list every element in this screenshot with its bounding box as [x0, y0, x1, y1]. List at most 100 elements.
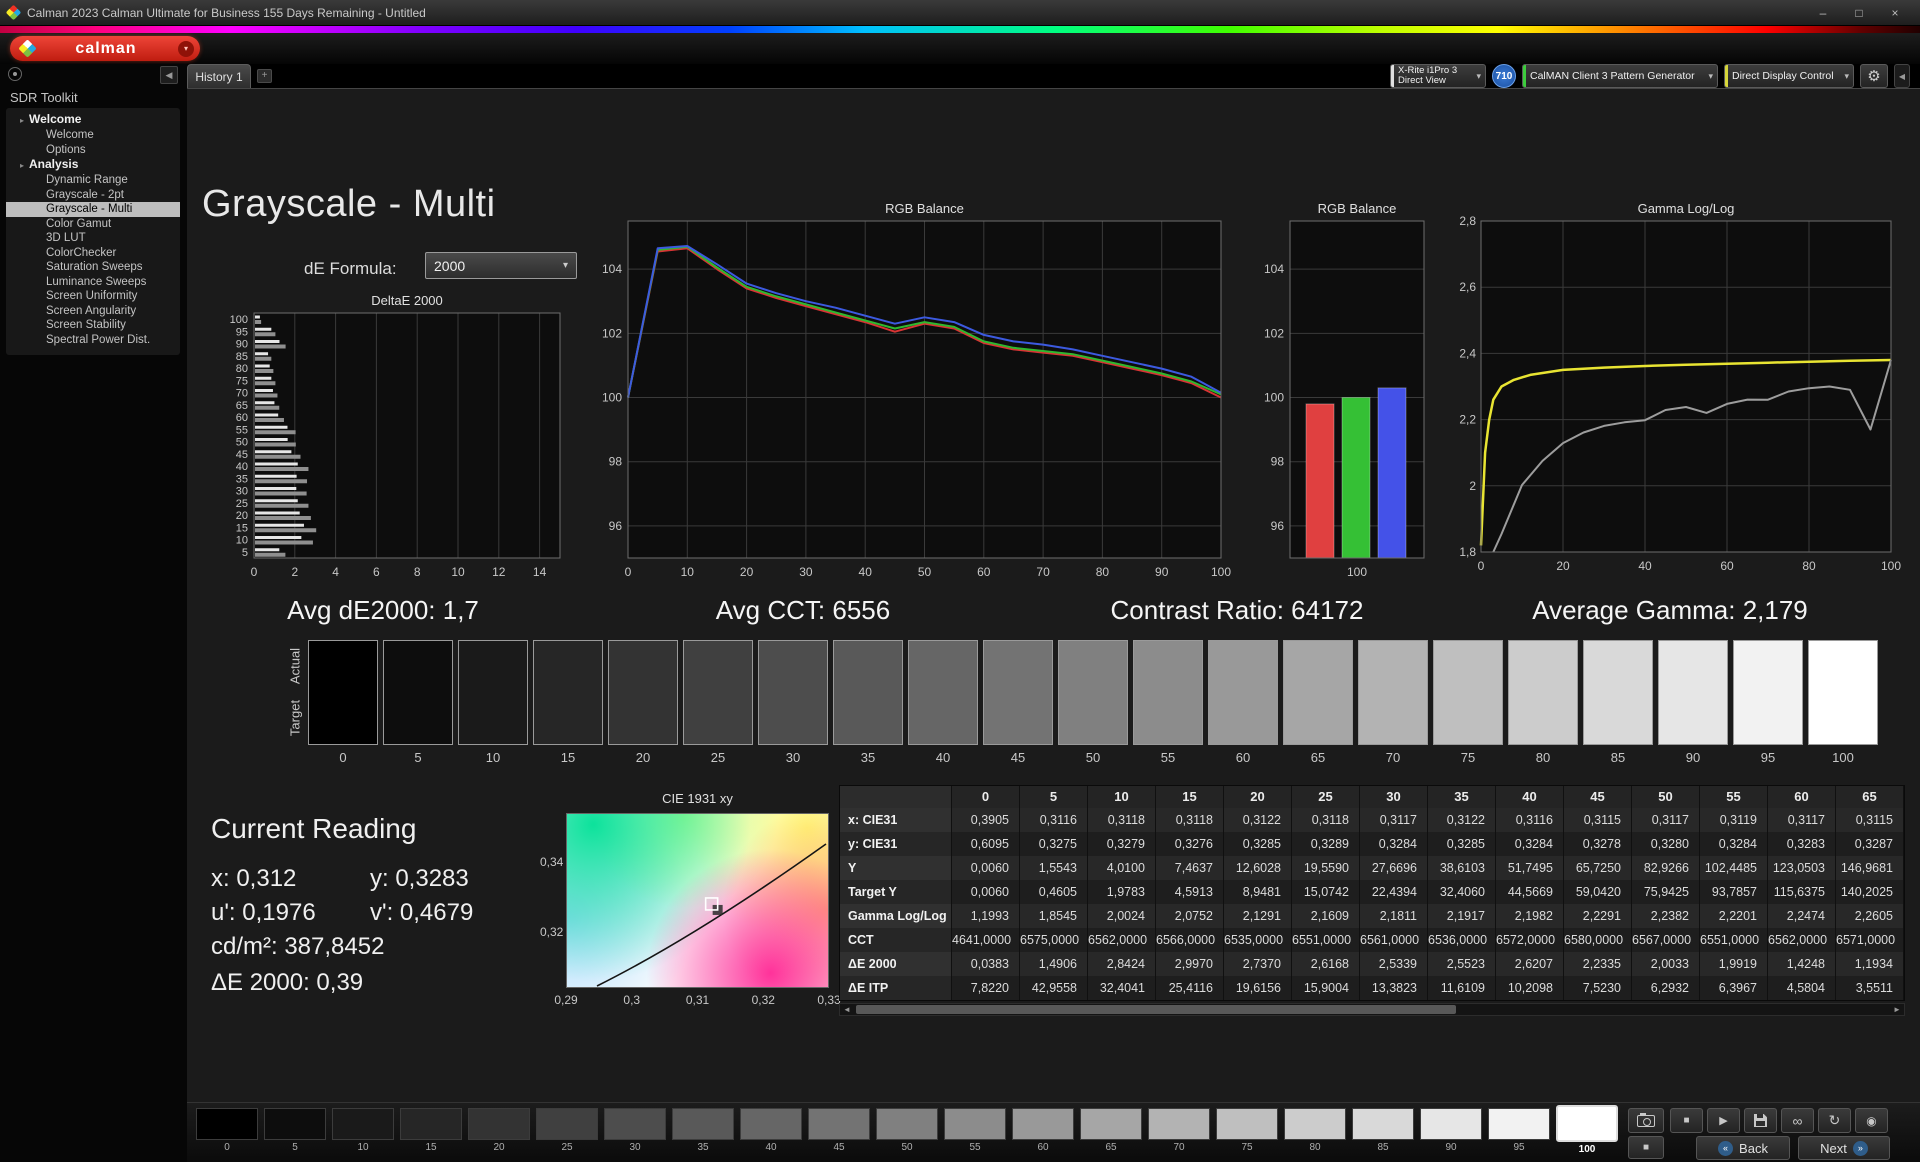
table-cell: 2,0033 [1632, 952, 1700, 976]
sidebar-item-grayscale-multi[interactable]: Grayscale - Multi [6, 202, 180, 217]
sidebar-item-screen-angularity[interactable]: Screen Angularity [6, 304, 180, 319]
tab-history-1[interactable]: History 1 [187, 64, 251, 88]
pattern-patch-70[interactable]: 70 [1148, 1108, 1210, 1155]
table-cell: 0,3283 [1768, 832, 1836, 856]
table-row-e-itp[interactable]: ΔE ITP 7,8220 42,9558 32,4041 25,4116 19,6156… [840, 976, 1904, 1000]
pattern-patch-85[interactable]: 85 [1352, 1108, 1414, 1155]
pattern-patch-15[interactable]: 15 [400, 1108, 462, 1155]
meter-count-badge[interactable]: 710 [1492, 64, 1516, 88]
scroll-left-icon[interactable]: ◄ [840, 1005, 854, 1014]
pattern-patch-30[interactable]: 30 [604, 1108, 666, 1155]
table-row-x-cie31[interactable]: x: CIE31 0,3905 0,3116 0,3118 0,3118 0,3122 0,… [840, 808, 1904, 832]
swatch-label: 80 [1535, 750, 1551, 765]
target-button[interactable]: ◉ [1855, 1108, 1888, 1133]
pattern-patch-95[interactable]: 95 [1488, 1108, 1550, 1155]
pattern-patch-25[interactable]: 25 [536, 1108, 598, 1155]
settings-gear-button[interactable]: ⚙ [1860, 64, 1888, 88]
table-cell: 42,9558 [1020, 976, 1088, 1000]
table-cell: 0,3117 [1632, 808, 1700, 832]
pattern-patch-40[interactable]: 40 [740, 1108, 802, 1155]
scroll-right-icon[interactable]: ► [1890, 1005, 1904, 1014]
table-scrollbar[interactable]: ◄ ► [839, 1003, 1905, 1016]
table-cell: 0,3278 [1564, 832, 1632, 856]
table-row-y-cie31[interactable]: y: CIE31 0,6095 0,3275 0,3279 0,3276 0,3285 0,… [840, 832, 1904, 856]
tree-section-analysis[interactable]: ▸ Analysis [6, 157, 180, 173]
patch-label: 50 [901, 1142, 913, 1153]
pattern-patch-100[interactable]: 100 [1556, 1105, 1618, 1155]
minimize-button[interactable]: – [1806, 3, 1840, 23]
pattern-patch-55[interactable]: 55 [944, 1108, 1006, 1155]
refresh-button[interactable]: ↻ [1818, 1108, 1851, 1133]
pattern-patch-10[interactable]: 10 [332, 1108, 394, 1155]
patch-color [672, 1108, 734, 1140]
calman-window: Calman 2023 Calman Ultimate for Business… [0, 0, 1920, 1162]
swatch-label: 45 [1010, 750, 1026, 765]
pattern-patch-35[interactable]: 35 [672, 1108, 734, 1155]
sidebar-item-luminance-sweeps[interactable]: Luminance Sweeps [6, 275, 180, 290]
table-row-cct[interactable]: CCT 4641,0000 6575,0000 6562,0000 6566,0000 6… [840, 928, 1904, 952]
pattern-patch-60[interactable]: 60 [1012, 1108, 1074, 1155]
sidebar-item-grayscale-2pt[interactable]: Grayscale - 2pt [6, 188, 180, 203]
pattern-patch-0[interactable]: 0 [196, 1108, 258, 1155]
pattern-patch-50[interactable]: 50 [876, 1108, 938, 1155]
expand-arrow-icon: ▸ [20, 116, 25, 125]
table-row-target-y[interactable]: Target Y 0,0060 0,4605 1,9783 4,5913 8,9481 15… [840, 880, 1904, 904]
sidebar-item-spectral-power-dist[interactable]: Spectral Power Dist. [6, 333, 180, 348]
patch-label: 25 [561, 1142, 573, 1153]
back-button[interactable]: « Back [1696, 1136, 1790, 1160]
maximize-button[interactable]: □ [1842, 3, 1876, 23]
avg-de2000-stat: Avg dE2000: 1,7 [287, 595, 479, 625]
pattern-patch-80[interactable]: 80 [1284, 1108, 1346, 1155]
de-formula-select[interactable]: 2000 ▾ [425, 252, 577, 279]
loop-button[interactable]: ∞ [1781, 1108, 1814, 1133]
hardware-collapse-button[interactable]: ◀ [1894, 64, 1910, 88]
sidebar-item-dynamic-range[interactable]: Dynamic Range [6, 173, 180, 188]
sidebar-collapse-button[interactable]: ◀ [160, 66, 178, 84]
pattern-patch-75[interactable]: 75 [1216, 1108, 1278, 1155]
sidebar-item-screen-stability[interactable]: Screen Stability [6, 318, 180, 333]
pattern-generator-button[interactable]: CalMAN Client 3 Pattern Generator ▾ [1522, 64, 1718, 88]
calman-logo[interactable]: calman ▾ [10, 36, 200, 61]
pattern-patch-90[interactable]: 90 [1420, 1108, 1482, 1155]
pattern-patch-5[interactable]: 5 [264, 1108, 326, 1155]
window-title: Calman 2023 Calman Ultimate for Business… [27, 5, 426, 20]
close-button[interactable]: × [1878, 3, 1912, 23]
row-label: CCT [840, 928, 952, 952]
display-control-button[interactable]: Direct Display Control ▾ [1724, 64, 1854, 88]
sidebar-dot-button[interactable] [8, 67, 22, 81]
add-tab-button[interactable]: + [257, 69, 272, 83]
play-button[interactable]: ▶ [1707, 1108, 1740, 1133]
column-header-45: 45 [1564, 786, 1632, 808]
sidebar-item-welcome[interactable]: Welcome [6, 128, 180, 143]
table-cell: 0,3122 [1428, 808, 1496, 832]
table-cell: 0,3117 [1360, 808, 1428, 832]
table-cell: 123,0503 [1768, 856, 1836, 880]
patch-color [808, 1108, 870, 1140]
scrollbar-thumb[interactable] [856, 1005, 1456, 1014]
table-cell: 51,7495 [1496, 856, 1564, 880]
pattern-patch-45[interactable]: 45 [808, 1108, 870, 1155]
sidebar-item-3d-lut[interactable]: 3D LUT [6, 231, 180, 246]
svg-text:65: 65 [236, 400, 248, 412]
logo-dropdown-icon[interactable]: ▾ [178, 40, 194, 57]
sidebar-item-colorchecker[interactable]: ColorChecker [6, 246, 180, 261]
sidebar-item-options[interactable]: Options [6, 143, 180, 158]
sidebar-item-color-gamut[interactable]: Color Gamut [6, 217, 180, 232]
sidebar-item-screen-uniformity[interactable]: Screen Uniformity [6, 289, 180, 304]
sidebar-item-saturation-sweeps[interactable]: Saturation Sweeps [6, 260, 180, 275]
pattern-patch-20[interactable]: 20 [468, 1108, 530, 1155]
pattern-window-button[interactable]: ■ [1628, 1136, 1664, 1159]
table-cell: 0,3115 [1564, 808, 1632, 832]
rgb-balance-bar-title: RGB Balance [1317, 201, 1397, 216]
patch-label: 15 [425, 1142, 437, 1153]
pattern-patch-65[interactable]: 65 [1080, 1108, 1142, 1155]
save-button[interactable] [1744, 1108, 1777, 1133]
table-row-y[interactable]: Y 0,0060 1,5543 4,0100 7,4637 12,6028 19,5590 2… [840, 856, 1904, 880]
tree-section-welcome[interactable]: ▸ Welcome [6, 112, 180, 128]
table-row-e-2000[interactable]: ΔE 2000 0,0383 1,4906 2,8424 2,9970 2,7370 2,6… [840, 952, 1904, 976]
stop-button[interactable]: ■ [1670, 1108, 1703, 1133]
next-button[interactable]: Next » [1798, 1136, 1890, 1160]
meter-select-button[interactable]: X-Rite i1Pro 3 Direct View ▾ [1390, 64, 1486, 88]
table-row-gamma-log-log[interactable]: Gamma Log/Log 1,1993 1,8545 2,0024 2,0752 2,1… [840, 904, 1904, 928]
camera-button[interactable] [1628, 1108, 1664, 1133]
